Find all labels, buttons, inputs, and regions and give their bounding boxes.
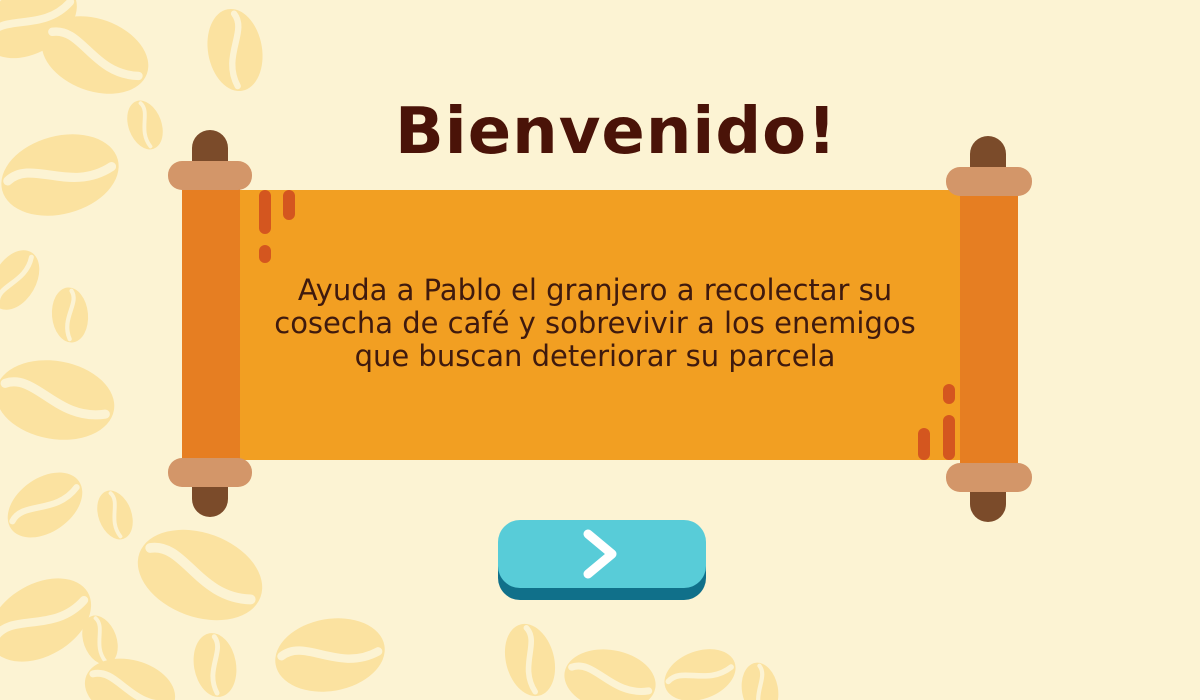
- next-button[interactable]: [498, 520, 706, 600]
- intro-message: Ayuda a Pablo el granjero a recolectar s…: [274, 273, 916, 373]
- chevron-right-icon: [583, 529, 617, 579]
- page-title: Bienvenido!: [395, 95, 838, 169]
- scroll-roll-left: [168, 130, 252, 517]
